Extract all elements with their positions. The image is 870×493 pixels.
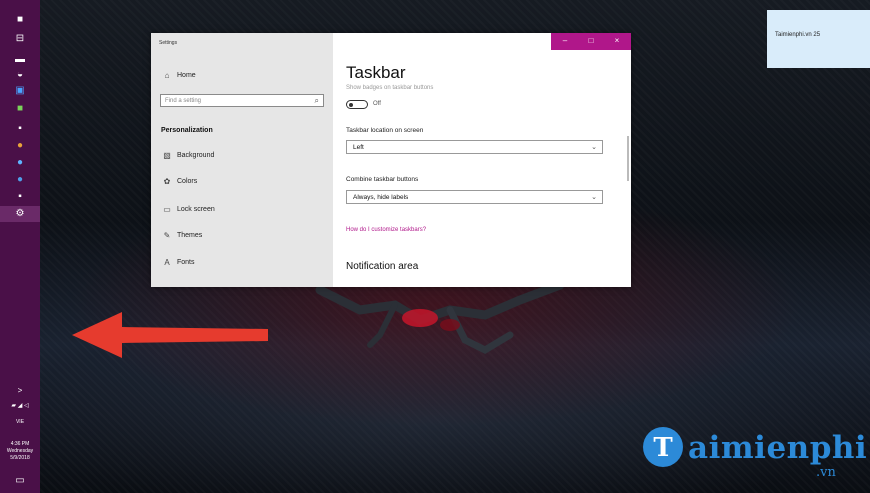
wallpaper-robot-graphic xyxy=(315,280,565,354)
settings-window: Settings ⌂ Home Find a setting ⌕ Persona… xyxy=(151,33,631,287)
chevron-down-icon: ⌄ xyxy=(591,194,597,201)
monitor-icon: ▭ xyxy=(163,205,171,214)
photos-icon[interactable]: ▪ xyxy=(13,123,27,135)
nav-home-label: Home xyxy=(177,72,196,79)
content-scrollbar[interactable] xyxy=(627,136,629,181)
nav-item-label: Background xyxy=(177,152,215,159)
folder-icon[interactable]: ▬ xyxy=(13,54,27,66)
maximize-button[interactable]: □ xyxy=(583,35,599,47)
language-indicator[interactable]: VIE xyxy=(0,419,40,425)
tray-chevron[interactable]: > xyxy=(0,387,40,395)
settings-icon[interactable]: ⚙ xyxy=(13,208,27,220)
combine-label: Combine taskbar buttons xyxy=(346,176,419,183)
close-button[interactable]: × xyxy=(609,35,625,47)
watermark-brand: aimienphi xyxy=(688,430,868,466)
picture-icon: ▧ xyxy=(163,151,171,160)
settings-search-input[interactable]: Find a setting ⌕ xyxy=(160,94,324,107)
location-dropdown[interactable]: Left ⌄ xyxy=(346,140,603,154)
badges-label: Show badges on taskbar buttons xyxy=(346,85,434,91)
page-title: Taskbar xyxy=(346,63,406,82)
chevron-down-icon: ⌄ xyxy=(591,144,597,151)
store-icon[interactable]: ◒ xyxy=(13,69,27,81)
settings-content-pane: – □ × Taskbar Show badges on taskbar but… xyxy=(333,33,631,287)
task-view-icon[interactable]: ⊟ xyxy=(13,33,27,45)
clock-day: Wednesday xyxy=(6,448,34,454)
palette-icon: ✿ xyxy=(163,177,171,186)
edge-icon[interactable]: ● xyxy=(13,157,27,169)
nav-item-label: Themes xyxy=(177,232,203,239)
taskbar: ■ ⊟ ▬ ◒ ▣ ■ ▪ ● ● ● ▪ ⚙ > ▰ ◢ ◁ VIE 4:36… xyxy=(0,0,40,493)
watermark-suffix: .vn xyxy=(816,465,836,480)
font-icon: A xyxy=(164,258,170,267)
badges-toggle[interactable] xyxy=(346,100,368,109)
nav-item-label: Colors xyxy=(177,178,198,185)
nav-home[interactable]: ⌂ Home xyxy=(161,71,196,80)
tray-icons[interactable]: ▰ ◢ ◁ xyxy=(0,403,40,409)
combine-dropdown[interactable]: Always, hide labels ⌄ xyxy=(346,190,603,204)
location-label: Taskbar location on screen xyxy=(346,127,424,134)
logo-initial: T xyxy=(653,433,673,463)
notification-text: Taimienphi.vn 25 xyxy=(775,32,821,38)
chrome-icon[interactable]: ● xyxy=(13,140,27,152)
combine-value: Always, hide labels xyxy=(353,194,409,201)
toggle-knob xyxy=(349,102,353,107)
nav-item-label: Lock screen xyxy=(177,206,215,213)
app-icon-2[interactable]: ▪ xyxy=(13,191,27,203)
nav-item-lock-screen[interactable]: ▭ Lock screen xyxy=(161,205,215,214)
taimienphi-logo-icon: T xyxy=(643,427,683,467)
nav-item-colors[interactable]: ✿ Colors xyxy=(161,177,198,186)
notification-tooltip[interactable]: Taimienphi.vn 25 xyxy=(767,10,870,68)
nav-item-themes[interactable]: ✎ Themes xyxy=(161,231,203,240)
location-value: Left xyxy=(353,144,364,151)
browser-icon[interactable]: ● xyxy=(13,174,27,186)
clock-time[interactable]: 4:36 PM xyxy=(0,441,40,447)
settings-nav-pane: Settings ⌂ Home Find a setting ⌕ Persona… xyxy=(151,33,333,287)
badges-toggle-state: Off xyxy=(373,101,381,107)
nav-item-label: Fonts xyxy=(177,259,195,266)
brush-icon: ✎ xyxy=(163,231,171,240)
nav-item-fonts[interactable]: A Fonts xyxy=(161,258,195,267)
minimize-button[interactable]: – xyxy=(557,35,573,47)
clock-date: 5/9/2018 xyxy=(10,455,30,461)
nav-section-title: Personalization xyxy=(161,127,213,134)
mail-icon[interactable]: ▣ xyxy=(13,85,27,97)
app-icon[interactable]: ■ xyxy=(13,103,27,115)
window-title: Settings xyxy=(159,40,178,46)
red-left-arrow xyxy=(72,312,268,358)
title-bar-buttons: – □ × xyxy=(551,33,631,50)
search-icon: ⌕ xyxy=(314,96,319,105)
nav-item-background[interactable]: ▧ Background xyxy=(161,151,214,160)
search-placeholder: Find a setting xyxy=(165,98,202,104)
windows-icon[interactable]: ■ xyxy=(13,14,27,26)
home-icon: ⌂ xyxy=(164,71,170,80)
action-center-icon[interactable]: ▭ xyxy=(13,475,27,487)
customize-taskbars-link[interactable]: How do I customize taskbars? xyxy=(346,227,426,233)
notification-area-heading: Notification area xyxy=(346,261,419,272)
